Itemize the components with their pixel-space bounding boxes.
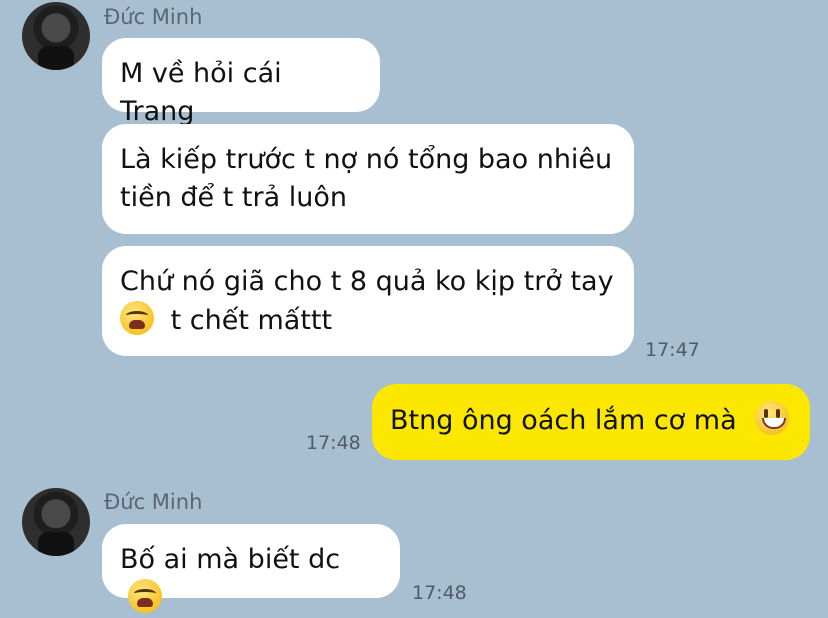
avatar[interactable] — [22, 488, 90, 556]
message-text: Btng ông oách lắm cơ mà — [390, 405, 737, 436]
message-text: Bố ai mà biết dc — [120, 544, 341, 575]
message-bubble-outgoing[interactable]: Btng ông oách lắm cơ mà — [372, 384, 810, 460]
sender-name: Đức Minh — [104, 490, 203, 514]
message-text: tiền để t trả luôn — [120, 182, 347, 213]
sender-name: Đức Minh — [104, 5, 203, 29]
message-bubble[interactable]: Là kiếp trước t nợ nó tổng bao nhiêu tiề… — [102, 124, 634, 234]
message-text: M về hỏi cái Trang — [120, 58, 282, 127]
avatar[interactable] — [22, 2, 90, 70]
message-time: 17:47 — [645, 339, 700, 361]
message-text: Chứ nó giã cho t 8 quả ko kịp trở tay — [120, 266, 614, 297]
grinning-face-icon — [755, 401, 790, 435]
message-time: 17:48 — [306, 432, 361, 454]
message-time: 17:48 — [412, 582, 467, 604]
message-bubble[interactable]: M về hỏi cái Trang — [102, 38, 380, 127]
crying-face-icon — [128, 579, 162, 613]
message-bubble[interactable]: Bố ai mà biết dc — [102, 524, 400, 613]
message-bubble[interactable]: Chứ nó giã cho t 8 quả ko kịp trở tay t … — [102, 246, 634, 356]
message-text: Là kiếp trước t nợ nó tổng bao nhiêu — [120, 144, 613, 175]
message-text: t chết mấttt — [170, 305, 333, 336]
crying-face-icon — [120, 301, 154, 335]
